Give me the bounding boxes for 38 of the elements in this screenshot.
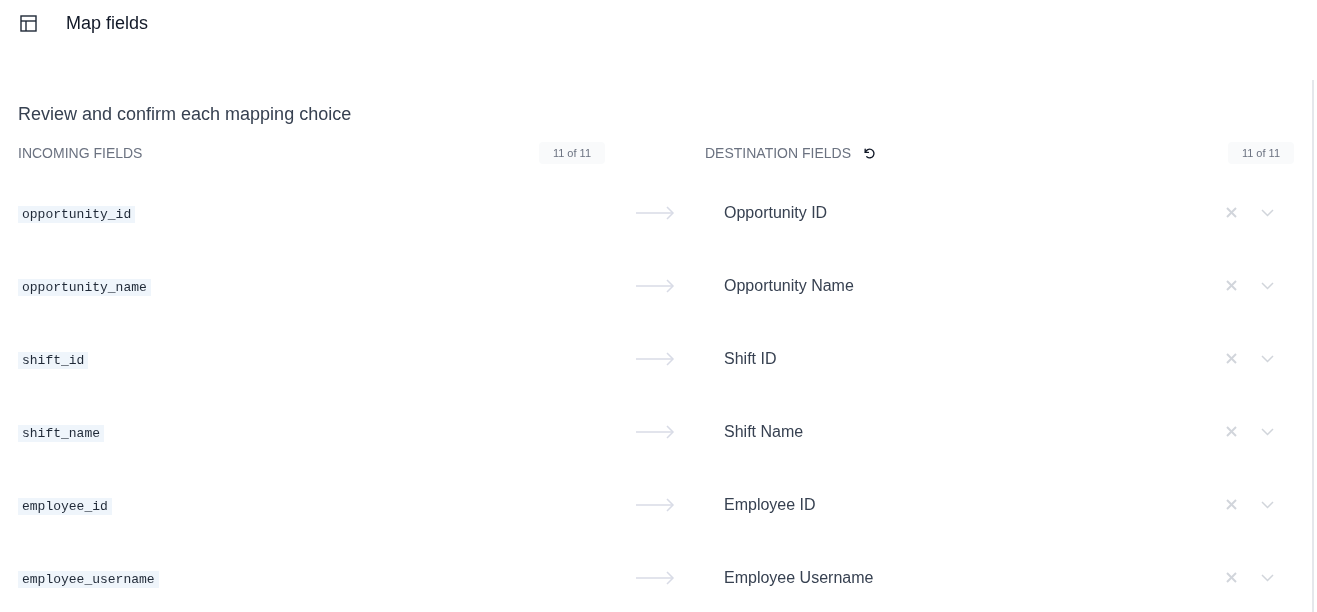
close-icon[interactable] (1226, 280, 1237, 291)
field-name: shift_id (18, 351, 89, 369)
arrow-icon (635, 277, 675, 294)
destination-field[interactable]: Shift Name (724, 419, 804, 444)
arrow-icon (635, 204, 675, 221)
chevron-down-icon[interactable] (1261, 354, 1274, 363)
page-title: Map fields (66, 11, 149, 35)
count-badge: 11 of 11 (538, 141, 605, 165)
destination-field[interactable]: Opportunity ID (724, 200, 828, 225)
destination-field[interactable]: Employee ID (724, 492, 816, 517)
destination-field[interactable]: Opportunity Name (724, 273, 854, 298)
count-badge: 11 of 11 (1227, 141, 1294, 165)
close-icon[interactable] (1226, 426, 1237, 437)
close-icon[interactable] (1226, 572, 1237, 583)
field-name: opportunity_name (18, 278, 151, 296)
arrow-icon (635, 496, 675, 513)
close-icon[interactable] (1226, 499, 1237, 510)
arrow-icon (635, 350, 675, 367)
table-icon (20, 14, 37, 32)
field-name: shift_name (18, 424, 104, 442)
section-heading: Review and confirm each mapping choice (18, 103, 353, 126)
chevron-down-icon[interactable] (1261, 573, 1274, 582)
field-name: employee_id (18, 497, 112, 515)
close-icon[interactable] (1226, 353, 1237, 364)
field-name: opportunity_id (18, 205, 136, 223)
chevron-down-icon[interactable] (1261, 208, 1274, 217)
chevron-down-icon[interactable] (1261, 500, 1274, 509)
undo-icon[interactable] (863, 146, 876, 160)
close-icon[interactable] (1226, 207, 1237, 218)
destination-field[interactable]: Shift ID (724, 346, 777, 371)
chevron-down-icon[interactable] (1261, 427, 1274, 436)
column-header: INCOMING FIELDS (18, 143, 143, 163)
field-name: employee_username (18, 570, 159, 588)
destination-field[interactable]: Employee Username (724, 565, 874, 590)
chevron-down-icon[interactable] (1261, 281, 1274, 290)
column-header: DESTINATION FIELDS (705, 143, 851, 163)
arrow-icon (635, 569, 675, 586)
arrow-icon (635, 423, 675, 440)
